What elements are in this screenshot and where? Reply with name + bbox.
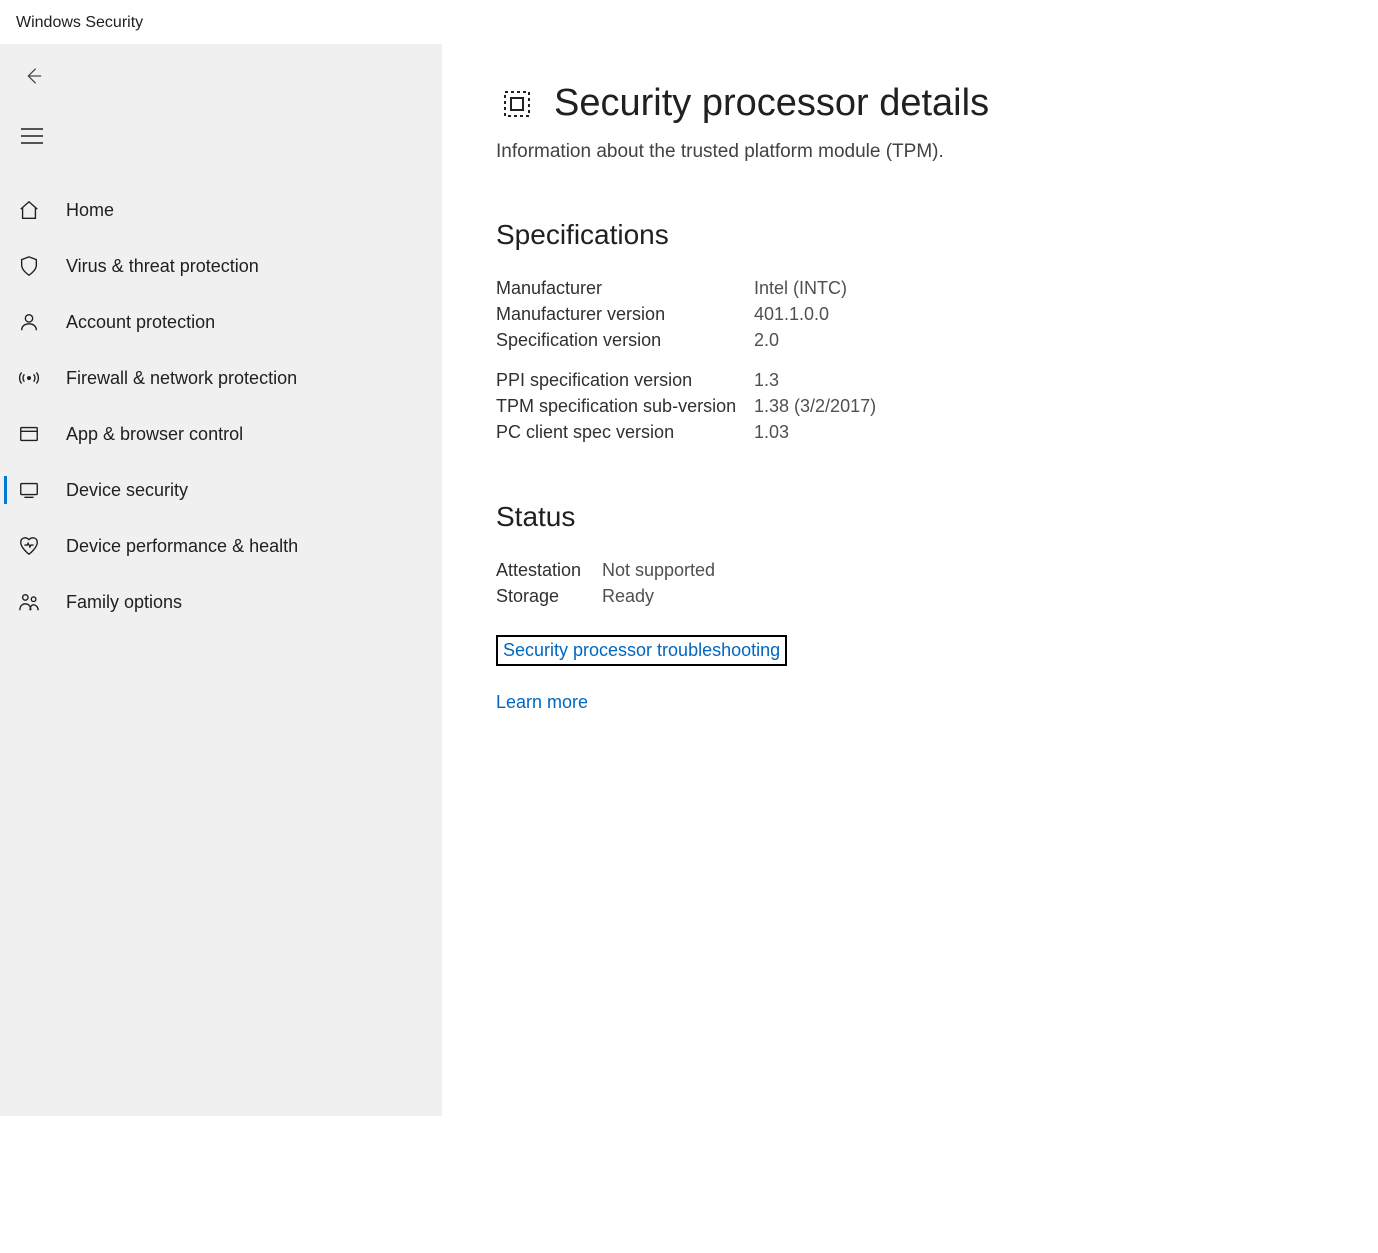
page-subtitle: Information about the trusted platform m… [496,141,1378,163]
sidebar-item-account-protection[interactable]: Account protection [0,294,442,350]
spec-row-manufacturer: Manufacturer Intel (INTC) [496,275,1378,301]
sidebar-item-label: App & browser control [66,424,243,445]
sidebar-item-device-security[interactable]: Device security [0,462,442,518]
sidebar-item-label: Firewall & network protection [66,368,297,389]
processor-chip-icon [496,83,538,125]
sidebar-item-label: Home [66,200,114,221]
spec-value: 2.0 [754,327,779,353]
spec-value: 1.3 [754,367,779,393]
home-icon [18,199,40,221]
status-heading: Status [496,501,1378,533]
nav-list: Home Virus & threat protection Account p… [0,182,442,630]
status-label: Attestation [496,557,602,583]
status-group: Attestation Not supported Storage Ready [496,557,1378,609]
heart-icon [18,535,40,557]
hamburger-menu-button[interactable] [16,120,48,152]
sidebar-item-label: Virus & threat protection [66,256,259,277]
sidebar-item-label: Account protection [66,312,215,333]
sidebar-item-app-browser[interactable]: App & browser control [0,406,442,462]
shield-icon [18,255,40,277]
family-icon [18,591,40,613]
page-header: Security processor details [496,82,1378,125]
app-title: Windows Security [16,14,143,32]
antenna-icon [18,367,40,389]
back-arrow-icon [21,65,43,87]
sidebar-item-performance-health[interactable]: Device performance & health [0,518,442,574]
spec-value: 401.1.0.0 [754,301,829,327]
status-label: Storage [496,583,602,609]
spec-row-specification-version: Specification version 2.0 [496,327,1378,353]
sidebar: Home Virus & threat protection Account p… [0,44,442,1116]
page-title: Security processor details [554,82,989,125]
sidebar-item-firewall[interactable]: Firewall & network protection [0,350,442,406]
spec-label: PC client spec version [496,419,754,445]
sidebar-item-label: Device security [66,480,188,501]
sidebar-item-label: Device performance & health [66,536,298,557]
back-button[interactable] [16,60,48,92]
spec-label: Manufacturer [496,275,754,301]
troubleshooting-link[interactable]: Security processor troubleshooting [496,635,787,666]
sidebar-item-family-options[interactable]: Family options [0,574,442,630]
learn-more-link[interactable]: Learn more [496,692,588,713]
device-icon [18,479,40,501]
spec-group: Manufacturer Intel (INTC) Manufacturer v… [496,275,1378,353]
spec-value: 1.38 (3/2/2017) [754,393,876,419]
main-content: Security processor details Information a… [496,44,1378,1116]
window-icon [18,423,40,445]
spec-label: Specification version [496,327,754,353]
spec-group: PPI specification version 1.3 TPM specif… [496,367,1378,445]
spec-label: PPI specification version [496,367,754,393]
hamburger-icon [21,125,43,147]
sidebar-item-home[interactable]: Home [0,182,442,238]
spec-label: TPM specification sub-version [496,393,754,419]
person-icon [18,311,40,333]
sidebar-item-label: Family options [66,592,182,613]
status-row-storage: Storage Ready [496,583,1378,609]
spec-label: Manufacturer version [496,301,754,327]
specifications-heading: Specifications [496,219,1378,251]
spec-value: Intel (INTC) [754,275,847,301]
spec-value: 1.03 [754,419,789,445]
status-value: Not supported [602,557,715,583]
sidebar-item-virus-threat[interactable]: Virus & threat protection [0,238,442,294]
status-value: Ready [602,583,654,609]
status-row-attestation: Attestation Not supported [496,557,1378,583]
spec-row-ppi-version: PPI specification version 1.3 [496,367,1378,393]
spec-row-tpm-sub-version: TPM specification sub-version 1.38 (3/2/… [496,393,1378,419]
spec-row-pc-client-version: PC client spec version 1.03 [496,419,1378,445]
spec-row-manufacturer-version: Manufacturer version 401.1.0.0 [496,301,1378,327]
